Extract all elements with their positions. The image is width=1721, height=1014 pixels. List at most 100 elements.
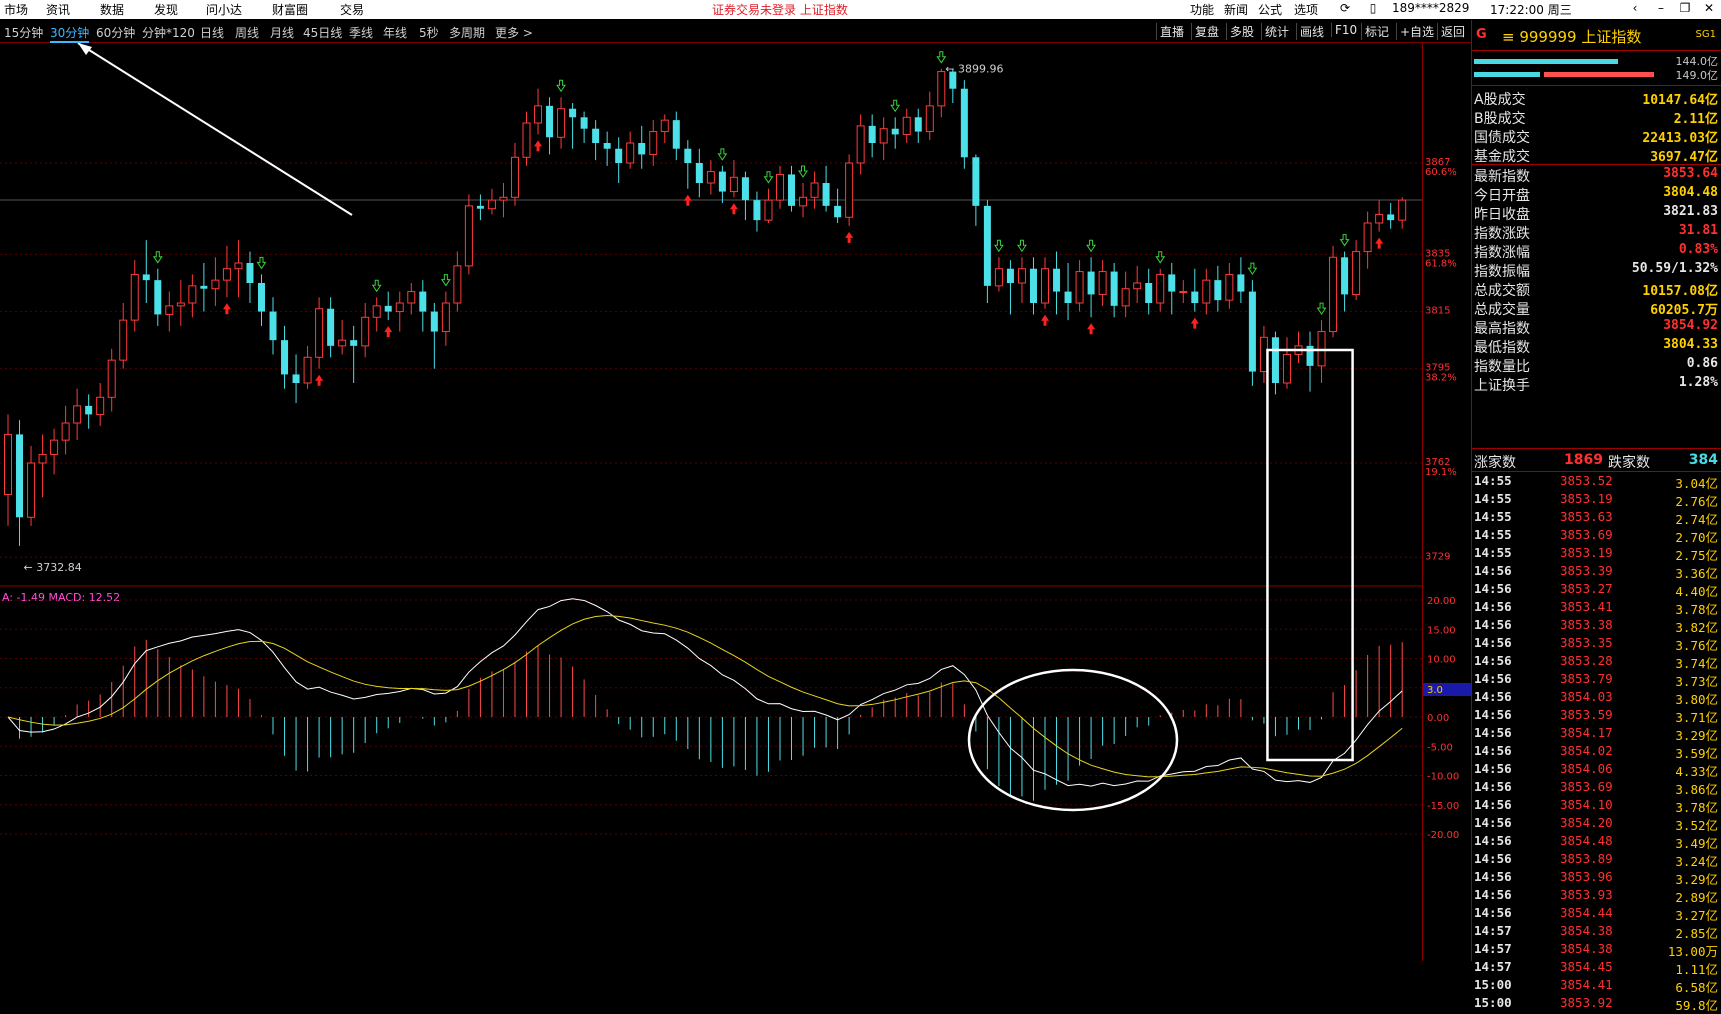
phone-icon[interactable]: ▯	[1362, 1, 1384, 15]
buy-signal-arrow	[845, 231, 854, 243]
tool-replay[interactable]: 复盘	[1191, 23, 1222, 40]
tick-time: 14:56	[1474, 707, 1512, 722]
restore-icon[interactable]: ❐	[1674, 1, 1696, 15]
sell-signal-arrow	[890, 99, 901, 113]
tick-row: 14:56 3853.79 3.73亿	[1472, 670, 1721, 689]
close-icon[interactable]: ✕	[1698, 1, 1720, 15]
tool-mark[interactable]: 标记	[1361, 23, 1392, 40]
tool-multistock[interactable]: 多股	[1226, 23, 1257, 40]
period-day[interactable]: 日线	[200, 24, 224, 41]
minimize-icon[interactable]: –	[1650, 1, 1672, 15]
menu-item-layout[interactable]: 新闻	[1224, 1, 1248, 18]
candle-body	[856, 125, 865, 164]
tick-price: 3854.38	[1560, 941, 1613, 956]
period-60m[interactable]: 60分钟	[96, 24, 135, 41]
tick-time: 14:56	[1474, 563, 1512, 578]
quote-label: 上证换手	[1474, 378, 1530, 394]
tick-price: 3854.20	[1560, 815, 1613, 830]
tick-time: 14:56	[1474, 617, 1512, 632]
user-id[interactable]: 189****2829	[1392, 1, 1469, 15]
quote-row: 基金成交 3697.47亿	[1472, 145, 1721, 165]
price-tick-label: 3729	[1425, 551, 1450, 562]
tool-live[interactable]: 直播	[1156, 23, 1187, 40]
menu-item-function[interactable]: 功能	[1190, 1, 1214, 18]
sell-signal-arrow	[256, 256, 267, 270]
candle-body	[338, 339, 347, 347]
candle-body	[546, 105, 554, 138]
tick-time: 15:00	[1474, 995, 1512, 1010]
candle-body	[834, 205, 842, 218]
candle-body	[372, 305, 381, 318]
tool-add-watch[interactable]: +自选	[1396, 23, 1437, 40]
macd-tick-label: 10.00	[1427, 655, 1456, 666]
tick-time: 14:56	[1474, 581, 1512, 596]
tick-list[interactable]: 14:55 3853.52 3.04亿 14:55 3853.19 2.76亿 14:55 3…	[1472, 472, 1721, 1013]
quote-value: 3804.48	[1663, 185, 1718, 200]
candle-body	[327, 308, 335, 346]
tick-price: 3853.19	[1560, 545, 1613, 560]
tool-f10[interactable]: F10	[1331, 23, 1360, 37]
menu-item-trade[interactable]: 交易	[340, 1, 364, 18]
candle-body	[384, 305, 392, 312]
candle-body	[292, 374, 300, 383]
period-5s[interactable]: 5秒	[419, 24, 439, 41]
menu-item-options[interactable]: 选项	[1294, 1, 1318, 18]
menu-item-formula[interactable]: 公式	[1258, 1, 1282, 18]
tool-stats[interactable]: 统计	[1261, 23, 1292, 40]
period-multi[interactable]: 多周期	[449, 24, 485, 41]
back-icon[interactable]: ‹	[1624, 1, 1646, 15]
candle-body	[73, 405, 82, 424]
quote-value: 0.86	[1686, 356, 1718, 371]
tick-price: 3854.41	[1560, 977, 1613, 992]
period-month[interactable]: 月线	[270, 24, 294, 41]
tick-row: 14:56 3854.20 3.52亿	[1472, 814, 1721, 833]
period-45day[interactable]: 45日线	[303, 24, 342, 41]
index-title[interactable]: ≡ 999999 上证指数	[1502, 26, 1641, 47]
menu-item-ask[interactable]: 问小达	[206, 1, 242, 18]
quote-value: 2.11亿	[1673, 112, 1718, 127]
period-120m[interactable]: 分钟*120	[142, 24, 195, 41]
login-notice[interactable]: 证券交易未登录 上证指数	[712, 1, 848, 18]
quote-value: 3697.47亿	[1650, 150, 1718, 165]
price-tick-label: 3815	[1425, 306, 1450, 317]
candle-body	[487, 199, 496, 210]
tick-time: 14:55	[1474, 509, 1512, 524]
tick-row: 14:56 3853.93 2.89亿	[1472, 886, 1721, 905]
tick-row: 14:56 3853.89 3.24亿	[1472, 850, 1721, 869]
macd-tick-label: -20.00	[1427, 830, 1459, 841]
quote-row: 上证换手 1.28%	[1472, 374, 1721, 394]
candle-body	[130, 273, 139, 321]
period-week[interactable]: 周线	[235, 24, 259, 41]
refresh-icon[interactable]: ⟳	[1334, 1, 1356, 15]
candle-body	[1329, 256, 1338, 333]
period-season[interactable]: 季线	[349, 24, 373, 41]
fib-pct-label: 61.8%	[1425, 258, 1457, 269]
menu-item-wealth[interactable]: 财富圈	[272, 1, 308, 18]
candle-body	[741, 177, 749, 201]
tick-price: 3854.02	[1560, 743, 1613, 758]
period-30m[interactable]: 30分钟	[50, 24, 90, 43]
menu-item-discover[interactable]: 发现	[154, 1, 178, 18]
tool-draw[interactable]: 画线	[1296, 23, 1327, 40]
tool-back[interactable]: 返回	[1437, 23, 1468, 40]
sell-signal-arrow	[440, 274, 451, 287]
menu-item-market[interactable]: 市场	[4, 1, 28, 18]
tick-time: 14:56	[1474, 779, 1512, 794]
candle-body	[476, 205, 484, 209]
period-more[interactable]: 更多 >	[495, 24, 533, 41]
period-year[interactable]: 年线	[383, 24, 407, 41]
tick-row: 14:56 3853.96 3.29亿	[1472, 868, 1721, 887]
candle-body	[1145, 283, 1153, 303]
tick-time: 14:56	[1474, 851, 1512, 866]
menu-item-news[interactable]: 资讯	[46, 1, 70, 18]
sell-signal-arrow	[1086, 239, 1097, 253]
candle-body	[350, 340, 358, 346]
tick-row: 14:55 3853.63 2.74亿	[1472, 508, 1721, 527]
kline-chart[interactable]: ← 3899.96 ← 3732.84 A: -1.49 MACD: 12.52	[0, 43, 1423, 961]
macd-label: A: -1.49 MACD: 12.52	[2, 591, 120, 604]
candle-body	[1248, 291, 1256, 372]
period-15m[interactable]: 15分钟	[4, 24, 43, 41]
candle-body	[1398, 199, 1407, 221]
tick-row: 14:56 3854.48 3.49亿	[1472, 832, 1721, 851]
menu-item-data[interactable]: 数据	[100, 1, 124, 18]
